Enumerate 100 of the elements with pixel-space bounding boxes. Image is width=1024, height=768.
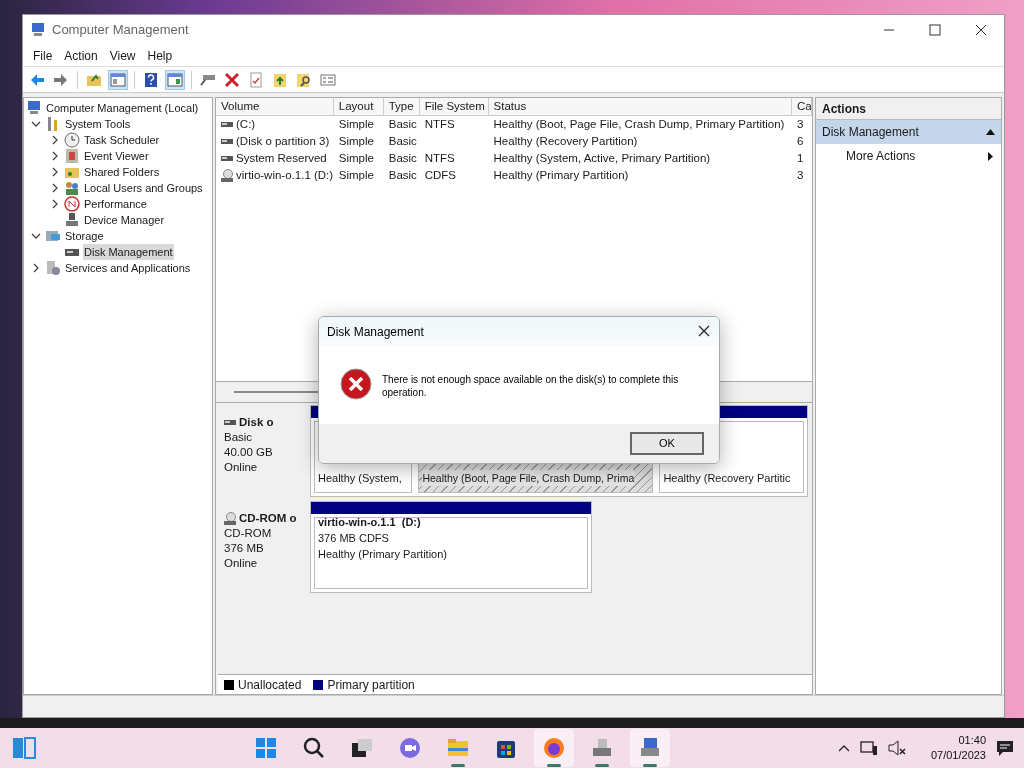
services-icon — [45, 260, 61, 276]
table-cell-text: Basic — [388, 133, 417, 149]
disk-state: Online — [224, 460, 259, 475]
actions-header: Actions — [816, 98, 1001, 120]
toolbar-button[interactable] — [165, 69, 185, 90]
tree-item[interactable]: Disk Management — [83, 243, 174, 261]
partition-status: Healthy (Primary Partition) — [318, 547, 447, 562]
partition-size: 376 MB CDFS — [318, 531, 390, 546]
volume-muted-icon[interactable] — [888, 740, 906, 756]
users-icon — [64, 180, 80, 196]
partition-status: Healthy (Recovery Partitic — [663, 471, 791, 486]
storage-icon — [45, 228, 61, 244]
export-icon — [272, 71, 288, 88]
tree-item[interactable]: Event Viewer — [83, 147, 150, 165]
computer-icon — [26, 100, 42, 116]
tree-item[interactable]: Device Manager — [83, 211, 166, 229]
action-item[interactable]: More Actions — [816, 144, 1001, 168]
actions-section-header[interactable]: Disk Management — [816, 120, 1001, 144]
drive-icon — [221, 139, 233, 144]
window-title: Computer Management — [52, 21, 189, 40]
tree-item[interactable]: Shared Folders — [83, 163, 161, 181]
drive-icon — [221, 122, 233, 127]
cd-drive-icon — [224, 512, 236, 525]
device-icon — [64, 212, 80, 228]
disk-size: 376 MB — [224, 541, 265, 556]
column-header[interactable]: Layout — [333, 98, 384, 115]
table-cell-text: 3 — [797, 167, 804, 183]
tree-item[interactable]: Storage — [64, 227, 105, 245]
table-cell-text: Healthy (Recovery Partition) — [493, 133, 638, 149]
submenu-arrow-icon — [988, 151, 993, 161]
table-cell-text: Simple — [338, 116, 374, 132]
menu-item[interactable]: Action — [58, 46, 104, 65]
table-cell-text: Healthy (System, Active, Primary Partition) — [493, 150, 711, 166]
partition-block[interactable]: virtio-win-o.1.1 (D:) 376 MB CDFS Healthy (Primary Partition) — [314, 517, 588, 589]
clock-time[interactable]: 01:40 — [958, 733, 986, 748]
table-cell-text: Basic — [388, 150, 417, 166]
tree-item[interactable]: System Tools — [64, 115, 132, 133]
start-icon — [254, 736, 278, 760]
chat-icon — [398, 736, 422, 760]
gauge-icon — [64, 196, 80, 212]
menu-item[interactable]: Help — [141, 46, 179, 65]
cd-drive-icon — [221, 169, 233, 182]
chevron-up-icon[interactable] — [838, 744, 850, 752]
table-cell-text: System Reserved — [236, 150, 327, 166]
ok-button[interactable]: OK — [630, 432, 704, 455]
notifications-icon[interactable] — [996, 739, 1014, 757]
disk-size: 40.00 GB — [224, 445, 274, 460]
dialog-title: Disk Management — [327, 323, 425, 341]
legend-label: Unallocated — [238, 676, 302, 694]
disk-type: Basic — [224, 430, 254, 445]
table-cell-text: NTFS — [424, 116, 455, 132]
table-cell-text: Healthy (Primary Partition) — [493, 167, 629, 183]
table-cell-text: Basic — [388, 116, 417, 132]
connect-icon — [200, 73, 216, 86]
tree-item[interactable]: Services and Applications — [64, 259, 192, 277]
column-header[interactable]: Type — [383, 98, 420, 115]
legend-label: Primary partition — [327, 676, 415, 694]
clock-date[interactable]: 07/01/2023 — [930, 748, 986, 763]
error-icon — [340, 368, 372, 400]
taskbar-button[interactable] — [534, 729, 574, 767]
tree-item[interactable]: Computer Management (Local) — [45, 99, 200, 117]
table-cell-text: 3 — [797, 116, 804, 132]
network-icon[interactable] — [860, 740, 878, 756]
column-header[interactable]: Status — [488, 98, 792, 115]
menu-item[interactable]: View — [103, 46, 142, 65]
table-cell-text: virtio-win-o.1.1 (D:) — [236, 167, 334, 183]
log-icon — [64, 148, 80, 164]
menu-item[interactable]: File — [27, 46, 59, 65]
search-folder-icon — [296, 71, 312, 88]
disk-name: CD-ROM o — [239, 511, 297, 526]
collapse-chevron-icon[interactable] — [30, 231, 41, 241]
partition-status: Healthy (System, — [318, 471, 402, 486]
error-message: There is not enough space available on the disk(s) to complete this operation. — [382, 373, 680, 399]
console-tree-icon — [110, 71, 126, 88]
table-cell-text: Simple — [338, 150, 374, 166]
tree-item[interactable]: Task Scheduler — [83, 131, 161, 149]
column-header[interactable]: Ca — [792, 98, 812, 115]
widgets-icon[interactable] — [12, 736, 36, 760]
column-header[interactable]: File System — [419, 98, 489, 115]
table-cell-text: Healthy (Boot, Page File, Crash Dump, Primary Partition) — [493, 116, 785, 132]
column-header[interactable]: Volume — [216, 98, 334, 115]
collapse-chevron-icon[interactable] — [30, 119, 41, 129]
task-view-icon — [350, 736, 374, 760]
browser-icon — [542, 736, 566, 760]
table-cell-text: Simple — [338, 167, 374, 183]
disk-state: Online — [224, 556, 259, 571]
tree-item[interactable]: Performance — [83, 195, 148, 213]
delete-icon — [224, 71, 240, 88]
partition-status: Healthy (Boot, Page File, Crash Dump, Prima — [422, 470, 635, 486]
tree-item[interactable]: Local Users and Groups — [83, 179, 204, 197]
check-document-icon — [248, 71, 264, 88]
partition-name: virtio-win-o.1.1 (D:) — [318, 518, 422, 530]
table-cell-text: CDFS — [424, 167, 456, 183]
clock-icon — [64, 132, 80, 148]
toolbar-button[interactable] — [108, 69, 128, 90]
table-cell-text: Basic — [388, 167, 417, 183]
properties-icon — [320, 71, 336, 88]
forward-arrow-icon — [53, 71, 69, 88]
disk-type: CD-ROM — [224, 526, 273, 541]
drive-icon — [224, 420, 236, 425]
